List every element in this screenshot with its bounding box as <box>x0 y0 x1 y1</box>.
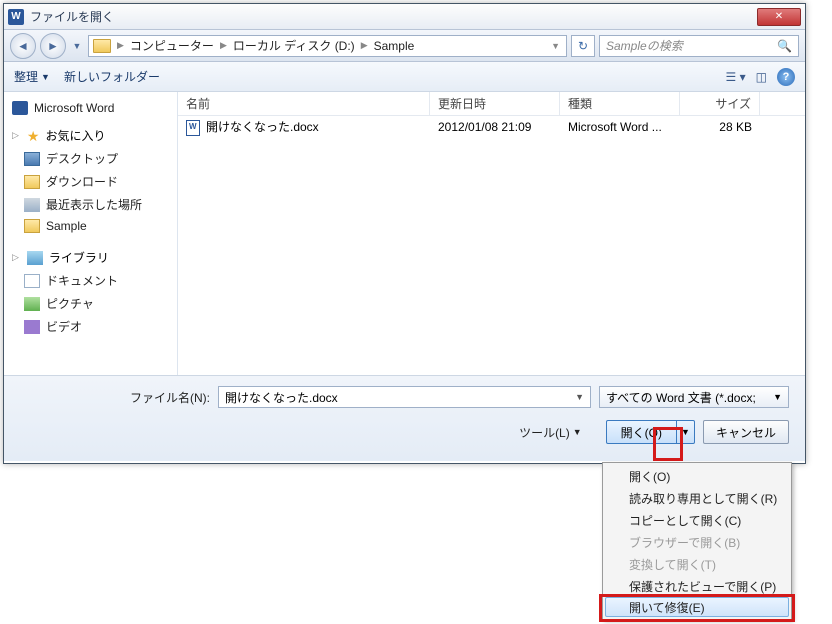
sidebar-item-documents[interactable]: ドキュメント <box>4 269 177 292</box>
menu-open-repair[interactable]: 開いて修復(E) <box>605 597 789 617</box>
open-mode-menu: 開く(O) 読み取り専用として開く(R) コピーとして開く(C) ブラウザーで開… <box>602 462 792 620</box>
new-folder-button[interactable]: 新しいフォルダー <box>64 68 160 85</box>
filename-input[interactable]: 開けなくなった.docx▼ <box>218 386 591 408</box>
col-type[interactable]: 種類 <box>560 92 680 115</box>
document-icon <box>24 274 40 288</box>
recent-icon <box>24 198 40 212</box>
expand-icon: ▷ <box>12 130 19 141</box>
toolbar: 整理▼ 新しいフォルダー ☰ ▾ ◫ ? <box>4 62 805 92</box>
chevron-right-icon: ▶ <box>218 40 229 51</box>
sidebar: Microsoft Word ▷★お気に入り デスクトップ ダウンロード 最近表… <box>4 92 178 375</box>
preview-pane-button[interactable]: ◫ <box>756 70 767 84</box>
folder-icon <box>24 219 40 233</box>
file-type-filter[interactable]: すべての Word 文書 (*.docx;▼ <box>599 386 789 408</box>
search-input[interactable]: Sampleの検索 🔍 <box>599 35 799 57</box>
open-file-dialog: W ファイルを開く ✕ ◄ ► ▼ ▶ コンピューター ▶ ローカル ディスク … <box>3 3 806 464</box>
file-row[interactable]: 開けなくなった.docx 2012/01/08 21:09 Microsoft … <box>178 116 805 138</box>
docx-icon <box>186 120 200 136</box>
menu-open-readonly[interactable]: 読み取り専用として開く(R) <box>605 487 789 509</box>
chevron-down-icon[interactable]: ▼ <box>549 41 562 51</box>
menu-open-browser: ブラウザーで開く(B) <box>605 531 789 553</box>
download-icon <box>24 175 40 189</box>
chevron-down-icon: ▼ <box>773 392 782 402</box>
sidebar-item-downloads[interactable]: ダウンロード <box>4 170 177 193</box>
open-dropdown-button[interactable]: ▼ <box>677 420 695 444</box>
sidebar-item-sample[interactable]: Sample <box>4 216 177 236</box>
open-button[interactable]: 開く(O) <box>606 420 677 444</box>
file-date: 2012/01/08 21:09 <box>430 120 560 134</box>
chevron-down-icon[interactable]: ▼ <box>575 392 584 402</box>
menu-open-protected[interactable]: 保護されたビューで開く(P) <box>605 575 789 597</box>
back-button[interactable]: ◄ <box>10 33 36 59</box>
file-list: 名前 更新日時 種類 サイズ 開けなくなった.docx 2012/01/08 2… <box>178 92 805 375</box>
sidebar-item-desktop[interactable]: デスクトップ <box>4 147 177 170</box>
expand-icon: ▷ <box>12 252 19 263</box>
sidebar-item-word[interactable]: Microsoft Word <box>4 98 177 118</box>
filename-label: ファイル名(N): <box>130 389 210 406</box>
sidebar-item-pictures[interactable]: ピクチャ <box>4 292 177 315</box>
view-options-button[interactable]: ☰ ▾ <box>726 70 746 84</box>
col-date[interactable]: 更新日時 <box>430 92 560 115</box>
chevron-right-icon: ▶ <box>115 40 126 51</box>
menu-open-copy[interactable]: コピーとして開く(C) <box>605 509 789 531</box>
nav-bar: ◄ ► ▼ ▶ コンピューター ▶ ローカル ディスク (D:) ▶ Sampl… <box>4 30 805 62</box>
folder-icon <box>93 39 111 53</box>
column-headers: 名前 更新日時 種類 サイズ <box>178 92 805 116</box>
help-icon[interactable]: ? <box>777 68 795 86</box>
open-button-group: 開く(O) ▼ <box>606 420 695 444</box>
breadcrumb[interactable]: ▶ コンピューター ▶ ローカル ディスク (D:) ▶ Sample ▼ <box>88 35 567 57</box>
search-placeholder: Sampleの検索 <box>606 37 683 54</box>
refresh-button[interactable]: ↻ <box>571 35 595 57</box>
library-icon <box>27 251 43 265</box>
close-button[interactable]: ✕ <box>757 8 801 26</box>
nav-history-dropdown[interactable]: ▼ <box>70 35 84 57</box>
file-name: 開けなくなった.docx <box>206 120 319 134</box>
organize-menu[interactable]: 整理▼ <box>14 68 50 85</box>
sidebar-group-favorites[interactable]: ▷★お気に入り <box>4 124 177 147</box>
word-icon <box>12 101 28 115</box>
titlebar[interactable]: W ファイルを開く ✕ <box>4 4 805 30</box>
path-segment[interactable]: Sample <box>372 39 417 53</box>
desktop-icon <box>24 152 40 166</box>
file-type: Microsoft Word ... <box>560 120 680 134</box>
chevron-right-icon: ▶ <box>359 40 370 51</box>
sidebar-item-recent[interactable]: 最近表示した場所 <box>4 193 177 216</box>
tools-menu[interactable]: ツール(L)▼ <box>519 424 582 441</box>
menu-open[interactable]: 開く(O) <box>605 465 789 487</box>
body: Microsoft Word ▷★お気に入り デスクトップ ダウンロード 最近表… <box>4 92 805 375</box>
video-icon <box>24 320 40 334</box>
sidebar-item-videos[interactable]: ビデオ <box>4 315 177 338</box>
word-icon: W <box>8 9 24 25</box>
cancel-button[interactable]: キャンセル <box>703 420 789 444</box>
star-icon: ★ <box>27 129 40 143</box>
col-size[interactable]: サイズ <box>680 92 760 115</box>
search-icon: 🔍 <box>777 39 792 53</box>
path-segment[interactable]: コンピューター <box>128 37 216 54</box>
picture-icon <box>24 297 40 311</box>
col-name[interactable]: 名前 <box>178 92 430 115</box>
path-segment[interactable]: ローカル ディスク (D:) <box>231 37 357 54</box>
menu-open-transform: 変換して開く(T) <box>605 553 789 575</box>
dialog-title: ファイルを開く <box>30 8 757 25</box>
file-size: 28 KB <box>680 120 760 134</box>
bottom-panel: ファイル名(N): 開けなくなった.docx▼ すべての Word 文書 (*.… <box>4 375 805 461</box>
sidebar-group-libraries[interactable]: ▷ライブラリ <box>4 246 177 269</box>
forward-button[interactable]: ► <box>40 33 66 59</box>
